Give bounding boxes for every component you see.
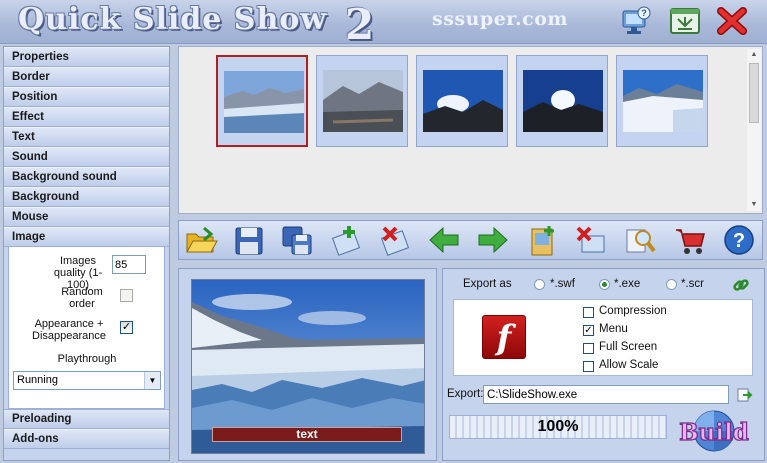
section-sound[interactable]: Sound xyxy=(4,147,169,167)
main-toolbar: ? xyxy=(178,220,763,260)
random-order-label: Random order xyxy=(61,286,103,310)
scroll-down-icon[interactable]: ▼ xyxy=(748,200,760,210)
export-options-box: f Compression ✓ Menu Full Screen Allow S… xyxy=(453,299,753,376)
appearance-label: Appearance + Disappearance xyxy=(32,318,106,342)
move-right-icon[interactable] xyxy=(476,224,510,257)
brand-label: sssuper.com xyxy=(432,8,569,30)
radio-exe-label[interactable]: *.exe xyxy=(614,278,640,290)
save-icon[interactable] xyxy=(232,224,266,257)
playthrough-select[interactable]: Running ▼ xyxy=(13,371,161,390)
thumbnail-3[interactable] xyxy=(416,55,508,147)
menu-checkbox[interactable]: ✓ xyxy=(583,325,594,336)
section-mouse[interactable]: Mouse xyxy=(4,207,169,227)
section-background[interactable]: Background xyxy=(4,187,169,207)
link-icon[interactable] xyxy=(732,276,750,294)
thumbnail-image xyxy=(423,70,503,132)
restore-icon[interactable] xyxy=(668,5,702,37)
radio-exe[interactable] xyxy=(599,279,610,290)
build-label: Build xyxy=(679,419,749,446)
add-to-album-icon[interactable] xyxy=(525,224,559,257)
section-preloading[interactable]: Preloading xyxy=(4,409,169,429)
radio-scr-label[interactable]: *.scr xyxy=(681,278,704,290)
monitor-help-icon[interactable]: ? xyxy=(618,5,652,37)
compression-label[interactable]: Compression xyxy=(599,305,667,317)
title-bar: Quick Slide Show 2 sssuper.com ? xyxy=(0,0,767,49)
thumbnail-4[interactable] xyxy=(516,55,608,147)
thumbnail-image xyxy=(224,71,304,133)
section-properties[interactable]: Properties xyxy=(4,47,169,67)
radio-swf-label[interactable]: *.swf xyxy=(550,278,575,290)
open-folder-icon[interactable] xyxy=(184,224,218,257)
properties-panel: Properties Border Position Effect Text S… xyxy=(3,46,170,461)
appearance-checkbox[interactable]: ✓ xyxy=(120,321,133,334)
full-screen-checkbox[interactable] xyxy=(583,343,594,354)
thumbnail-image xyxy=(623,70,703,132)
section-effect[interactable]: Effect xyxy=(4,107,169,127)
build-progress-bar: 100% xyxy=(449,415,667,439)
section-border[interactable]: Border xyxy=(4,67,169,87)
preview-image: text xyxy=(191,279,425,454)
thumbnail-image xyxy=(323,70,403,132)
section-add-ons[interactable]: Add-ons xyxy=(4,429,169,449)
remove-image-icon[interactable] xyxy=(378,224,412,257)
thumbnail-scrollbar[interactable]: ▲ ▼ xyxy=(747,49,761,211)
section-background-sound[interactable]: Background sound xyxy=(4,167,169,187)
app-title: Quick Slide Show xyxy=(18,2,328,37)
export-path-input[interactable] xyxy=(483,385,729,404)
compression-checkbox[interactable] xyxy=(583,307,594,318)
browse-icon[interactable] xyxy=(737,387,753,403)
thumbnail-5[interactable] xyxy=(616,55,708,147)
svg-text:?: ? xyxy=(733,230,745,252)
radio-swf[interactable] xyxy=(534,279,545,290)
export-as-label: Export as xyxy=(463,278,512,290)
preview-panel: text xyxy=(178,268,437,461)
section-image[interactable]: Image xyxy=(4,227,169,247)
thumbnail-1[interactable] xyxy=(216,55,308,147)
radio-scr[interactable] xyxy=(666,279,677,290)
progress-percent: 100% xyxy=(537,418,579,435)
app-version: 2 xyxy=(345,0,375,49)
chevron-down-icon[interactable]: ▼ xyxy=(144,372,160,389)
playthrough-value: Running xyxy=(17,374,58,386)
add-image-icon[interactable] xyxy=(329,224,363,257)
thumbnail-2[interactable] xyxy=(316,55,408,147)
delete-icon[interactable] xyxy=(574,224,608,257)
section-position[interactable]: Position xyxy=(4,87,169,107)
export-panel: Export as *.swf *.exe *.scr f Compressio… xyxy=(442,268,765,461)
scrollbar-thumb[interactable] xyxy=(749,63,759,123)
svg-text:?: ? xyxy=(641,8,647,18)
zoom-icon[interactable] xyxy=(623,224,657,257)
flash-icon: f xyxy=(482,315,526,359)
move-left-icon[interactable] xyxy=(427,224,461,257)
scroll-up-icon[interactable]: ▲ xyxy=(748,50,760,60)
cart-icon[interactable] xyxy=(673,224,707,257)
random-order-checkbox[interactable] xyxy=(120,289,133,302)
image-settings-panel: Images quality (1-100) Random order Appe… xyxy=(8,247,165,409)
playthrough-label: Playthrough xyxy=(57,353,117,365)
save-as-icon[interactable] xyxy=(280,224,314,257)
menu-label[interactable]: Menu xyxy=(599,323,628,335)
quality-input[interactable] xyxy=(112,255,146,274)
section-text[interactable]: Text xyxy=(4,127,169,147)
close-icon[interactable] xyxy=(715,5,749,37)
caption-text[interactable]: text xyxy=(212,427,402,442)
export-path-label: Export: xyxy=(447,388,484,400)
thumbnail-strip: ▲ ▼ xyxy=(178,46,763,214)
allow-scale-checkbox[interactable] xyxy=(583,361,594,372)
help-icon[interactable]: ? xyxy=(722,224,756,257)
thumbnail-image xyxy=(523,70,603,132)
full-screen-label[interactable]: Full Screen xyxy=(599,341,657,353)
build-button[interactable]: Build xyxy=(672,409,756,453)
allow-scale-label[interactable]: Allow Scale xyxy=(599,359,658,371)
